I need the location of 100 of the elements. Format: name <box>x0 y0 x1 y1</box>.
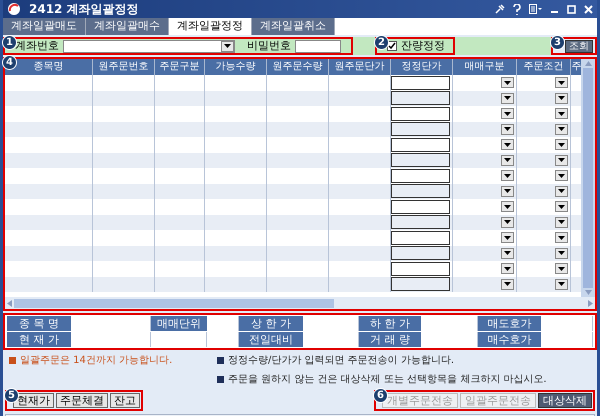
maximize-icon[interactable] <box>567 4 576 14</box>
caret-icon <box>558 282 565 286</box>
info-label: 종 목 명 <box>7 316 71 331</box>
dropdown-button[interactable] <box>501 216 514 228</box>
caret-icon <box>504 80 511 85</box>
tab[interactable]: 계좌일괄매수 <box>86 18 169 35</box>
caret-icon <box>558 251 565 256</box>
pin-icon[interactable] <box>495 4 505 14</box>
dropdown-button[interactable] <box>555 108 568 120</box>
info-label: 전일대비 <box>239 332 303 347</box>
info-label: 상 한 가 <box>239 316 303 331</box>
quick-button[interactable]: 주문체결 <box>56 393 108 408</box>
info-label: 현 재 가 <box>7 332 71 347</box>
dropdown-button[interactable] <box>555 92 568 104</box>
number-marker: 2 <box>374 35 389 50</box>
caret-icon <box>558 158 565 162</box>
order-button[interactable]: 대상삭제 <box>538 393 592 408</box>
price-field[interactable] <box>391 215 450 230</box>
dropdown-button[interactable] <box>501 77 514 88</box>
account-field[interactable] <box>63 40 235 52</box>
quick-button[interactable]: 현재가 <box>13 393 54 408</box>
dropdown-button[interactable] <box>555 124 568 135</box>
dropdown-button[interactable] <box>501 154 514 166</box>
price-field[interactable] <box>391 122 450 136</box>
account-label: 계좌번호 <box>15 38 59 54</box>
close-icon[interactable] <box>584 4 593 14</box>
number-marker: 5 <box>4 388 19 403</box>
caret-icon <box>558 266 565 271</box>
note-text: 주문을 원하지 않는 건은 대상삭제 또는 선택항목을 체크하지 마십시오. <box>228 373 547 387</box>
caret-icon <box>558 220 565 224</box>
menu-icon[interactable] <box>529 4 542 14</box>
caret-icon <box>558 174 565 178</box>
tab[interactable]: 계좌일괄매도 <box>3 18 86 35</box>
checkbox[interactable] <box>387 41 397 51</box>
price-field[interactable] <box>391 138 450 152</box>
dropdown-button[interactable] <box>555 186 568 197</box>
price-field[interactable] <box>391 76 450 90</box>
info-label: 매매단위 <box>151 316 207 331</box>
number-marker: 3 <box>550 35 565 50</box>
caret-icon <box>504 220 511 224</box>
caret-icon <box>504 127 511 132</box>
price-field[interactable] <box>391 153 450 168</box>
caret-icon <box>558 189 565 194</box>
dropdown-button[interactable] <box>555 248 568 259</box>
caret-icon <box>558 127 565 132</box>
price-field[interactable] <box>391 246 450 260</box>
dropdown-button[interactable] <box>555 154 568 166</box>
caret-icon <box>504 282 511 286</box>
caret-icon <box>504 189 511 194</box>
dropdown-button[interactable] <box>501 92 514 104</box>
note-text: 일괄주문은 14건까지 가능합니다. <box>20 354 172 368</box>
caret-icon <box>558 112 565 116</box>
password-field[interactable] <box>295 40 341 52</box>
dropdown-button[interactable] <box>221 40 234 52</box>
dropdown-button[interactable] <box>501 139 514 150</box>
caret-icon <box>558 80 565 85</box>
dropdown-button[interactable] <box>555 263 568 274</box>
dropdown-button[interactable] <box>501 186 514 197</box>
price-field[interactable] <box>391 277 450 292</box>
caret-icon <box>504 158 511 162</box>
dropdown-button[interactable] <box>555 278 568 290</box>
dropdown-button[interactable] <box>501 278 514 290</box>
dropdown-button[interactable] <box>501 170 514 182</box>
price-field[interactable] <box>391 184 450 198</box>
tab[interactable]: 계좌일괄취소 <box>252 18 335 35</box>
quick-button[interactable]: 잔고 <box>110 393 140 408</box>
caret-icon <box>504 204 511 209</box>
search-button[interactable]: 조회 <box>565 40 593 52</box>
caret-icon <box>504 142 511 147</box>
caret-icon <box>558 96 565 100</box>
caret-icon <box>558 204 565 209</box>
price-field[interactable] <box>391 230 450 245</box>
dropdown-button[interactable] <box>555 232 568 244</box>
info-label: 매수호가 <box>478 332 541 347</box>
password-label: 비밀번호 <box>247 38 291 54</box>
dropdown-button[interactable] <box>501 201 514 212</box>
dropdown-button[interactable] <box>501 124 514 135</box>
number-marker: 6 <box>373 388 388 403</box>
info-label: 하 한 가 <box>359 316 421 331</box>
caret-icon <box>504 112 511 116</box>
checkbox-label: 잔량정정 <box>401 38 445 54</box>
dropdown-button[interactable] <box>555 139 568 150</box>
dropdown-button[interactable] <box>555 170 568 182</box>
window-title: 2412 계좌일괄정정 <box>29 1 139 18</box>
price-field[interactable] <box>391 106 450 121</box>
caret-icon <box>504 174 511 178</box>
help-icon[interactable] <box>513 4 521 14</box>
price-field[interactable] <box>391 262 450 276</box>
dropdown-button[interactable] <box>501 232 514 244</box>
price-field[interactable] <box>391 200 450 214</box>
price-field[interactable] <box>391 168 450 183</box>
note-text: 정정수량/단가가 입력되면 주문전송이 가능합니다. <box>228 354 454 368</box>
dropdown-button[interactable] <box>555 77 568 88</box>
number-marker: 1 <box>2 35 17 50</box>
dropdown-button[interactable] <box>555 201 568 212</box>
dropdown-button[interactable] <box>501 248 514 259</box>
price-field[interactable] <box>391 91 450 106</box>
dropdown-button[interactable] <box>501 263 514 274</box>
dropdown-button[interactable] <box>501 108 514 120</box>
dropdown-button[interactable] <box>555 216 568 228</box>
